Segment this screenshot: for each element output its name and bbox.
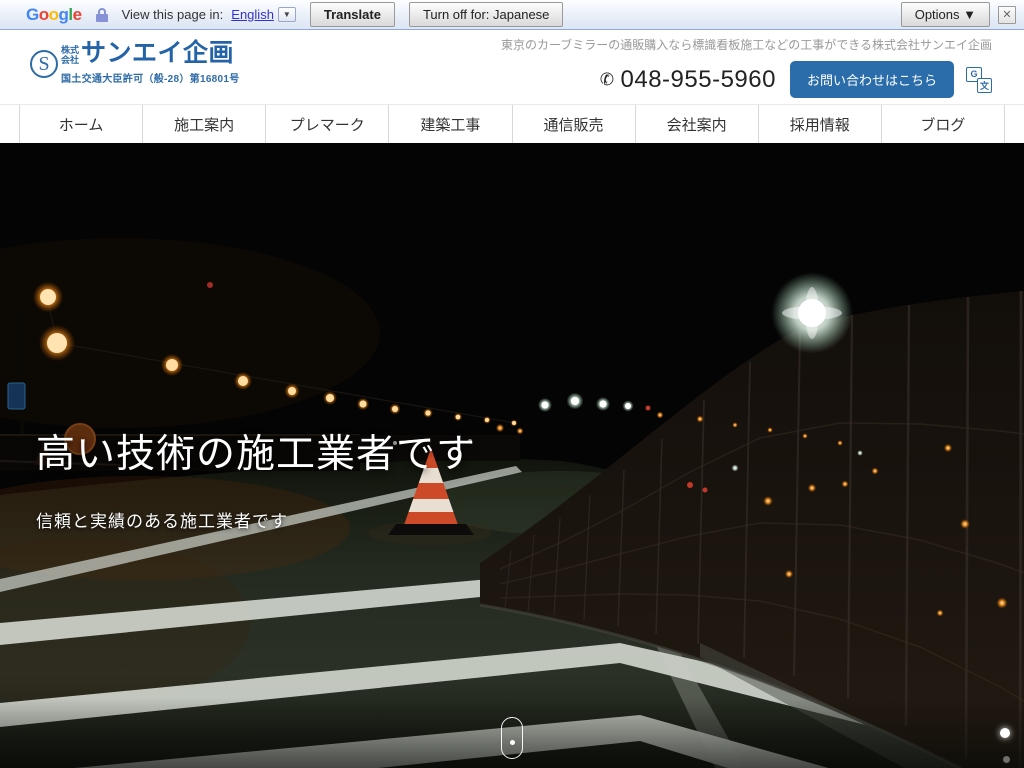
site-tagline: 東京のカーブミラーの通販購入なら標識看板施工などの工事ができる株式会社サンエイ企… [501,36,992,53]
close-icon[interactable]: ✕ [998,6,1016,24]
main-nav: ホーム 施工案内 プレマーク 建築工事 通信販売 会社案内 採用情報 ブログ [19,105,1005,143]
nav-item-recruit[interactable]: 採用情報 [758,105,881,143]
nav-item-company[interactable]: 会社案内 [635,105,758,143]
lock-icon [96,8,108,22]
nav-item-home[interactable]: ホーム [19,105,142,143]
translate-button[interactable]: Translate [310,2,395,27]
google-logo: Google [26,5,82,25]
scroll-indicator-dot [510,740,515,745]
carousel-dot-inactive[interactable] [1003,756,1010,763]
language-dropdown-arrow-icon[interactable]: ▼ [278,7,296,22]
google-translate-bar: Google View this page in: English ▼ Tran… [0,0,1024,30]
company-name: サンエイ企画 [81,41,234,66]
nav-item-construction-guide[interactable]: 施工案内 [142,105,265,143]
nav-item-mail-order[interactable]: 通信販売 [512,105,635,143]
nav-item-premark[interactable]: プレマーク [265,105,388,143]
phone-icon: ✆ [599,69,616,91]
translate-widget-icon[interactable]: G 文 [966,67,992,93]
site-header: S 株式 会社 サンエイ企画 国土交通大臣許可（般-28）第16801号 東京の… [0,30,1024,105]
logo-monogram: S [30,50,58,78]
hero-text-block: 高い技術の施工業者です 信頼と実績のある施工業者です [36,423,476,532]
scroll-indicator[interactable] [501,717,523,759]
hero-banner: 高い技術の施工業者です 信頼と実績のある施工業者です [0,143,1024,768]
carousel-dot-active[interactable] [1000,728,1010,738]
company-logo[interactable]: S 株式 会社 サンエイ企画 国土交通大臣許可（般-28）第16801号 [30,39,240,85]
hero-heading: 高い技術の施工業者です [36,423,476,479]
turn-off-button[interactable]: Turn off for: Japanese [409,2,563,27]
logo-prefix: 株式 会社 [61,45,79,66]
hero-subheading: 信頼と実績のある施工業者です [36,507,476,532]
language-select-link[interactable]: English [231,7,274,22]
view-page-label: View this page in: [122,7,224,22]
nav-item-blog[interactable]: ブログ [881,105,1005,143]
contact-button[interactable]: お問い合わせはこちら [790,61,954,98]
nav-item-building-works[interactable]: 建築工事 [388,105,511,143]
license-number: 国土交通大臣許可（般-28）第16801号 [61,70,240,85]
options-button[interactable]: Options ▼ [901,2,990,27]
phone-number: 048-955-5960 [621,66,776,94]
